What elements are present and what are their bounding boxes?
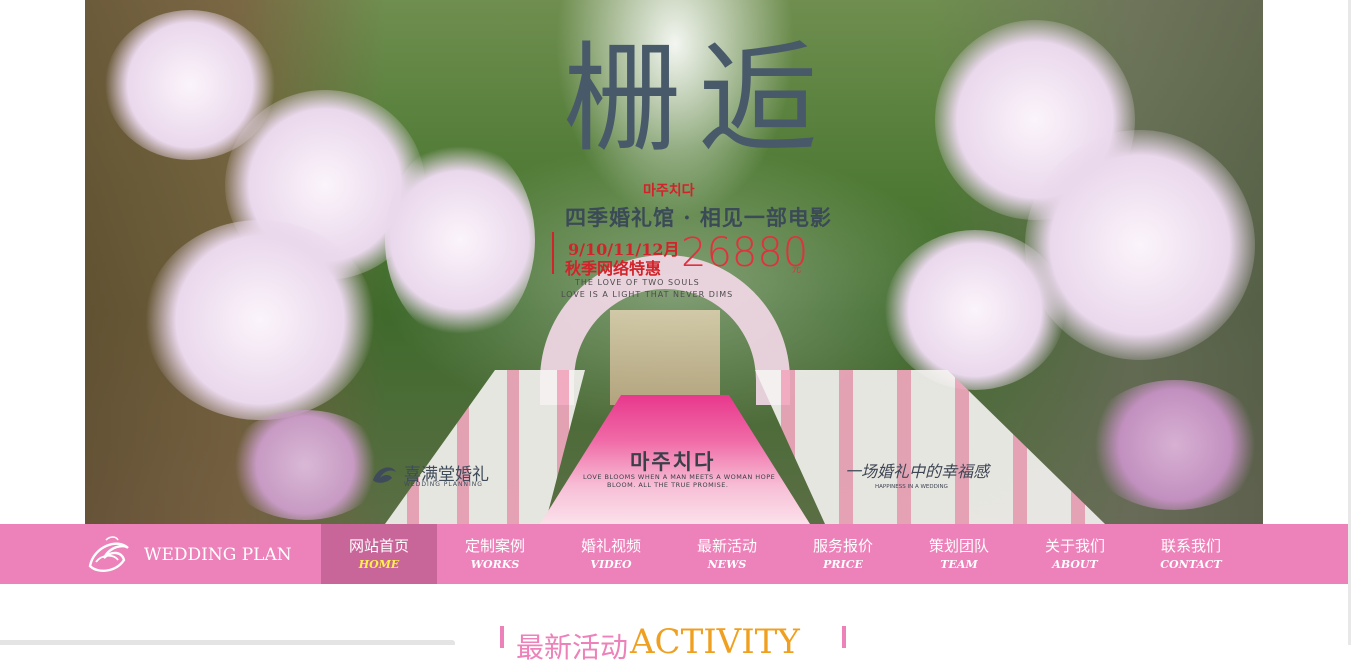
hero-divider (552, 232, 554, 274)
nav-item-works[interactable]: 定制案例 WORKS (437, 524, 553, 584)
nav-label-cn: 关于我们 (1044, 537, 1105, 555)
nav-label-en: VIDEO (590, 558, 632, 571)
brand-logo[interactable]: WEDDING PLAN (84, 532, 292, 578)
blossom-tree (885, 230, 1065, 390)
hero-banner[interactable]: 栅逅 마주치다 四季婚礼馆 · 相见一部电影 9/10/11/12月 秋季网络特… (85, 0, 1263, 524)
hero-script: 一场婚礼中的幸福感 (845, 462, 990, 481)
hero-korean-bottom: 마주치다 (630, 450, 716, 474)
hero-title: 栅逅 (563, 30, 836, 168)
nav-label-cn: 最新活动 (696, 537, 757, 555)
nav-item-team[interactable]: 策划团队 TEAM (901, 524, 1017, 584)
watermark-en: WEDDING PLANNING (404, 481, 483, 488)
bottom-panel-edge (0, 640, 455, 645)
nav-label-cn: 定制案例 (464, 537, 525, 555)
nav-label-en: PRICE (823, 558, 863, 571)
section-title-en: ACTIVITY (630, 622, 800, 662)
nav-label-cn: 网站首页 (348, 537, 409, 555)
hero-tagline-2: LOVE IS A LIGHT THAT NEVER DIMS (561, 290, 734, 299)
nav-label-en: CONTACT (1160, 558, 1222, 571)
nav-label-en: TEAM (940, 558, 978, 571)
section-heading-activity: 最新活动 ACTIVITY (500, 622, 850, 664)
hero-tagline-1: THE LOVE OF TWO SOULS (575, 278, 700, 287)
hero-price: 26880 (681, 230, 809, 276)
nav-label-cn: 服务报价 (812, 537, 873, 555)
nav-item-news[interactable]: 最新活动 NEWS (669, 524, 785, 584)
hydrangea-right (1085, 380, 1263, 510)
nav-label-cn: 婚礼视频 (580, 537, 641, 555)
nav-item-home[interactable]: 网站首页 HOME (321, 524, 437, 584)
nav-item-video[interactable]: 婚礼视频 VIDEO (553, 524, 669, 584)
nav-label-en: NEWS (707, 558, 747, 571)
hero-script-en: HAPPINESS IN A WEDDING (875, 484, 948, 490)
main-nav: 网站首页 HOME 定制案例 WORKS 婚礼视频 VIDEO 最新活动 NEW… (321, 524, 1249, 584)
nav-label-cn: 联系我们 (1160, 537, 1221, 555)
nav-label-en: HOME (358, 558, 400, 571)
hero-love-line-1: LOVE BLOOMS WHEN A MAN MEETS A WOMAN HOP… (583, 473, 776, 481)
brand-name: WEDDING PLAN (144, 545, 292, 565)
hero-price-unit: 元 (792, 265, 802, 275)
nav-item-price[interactable]: 服务报价 PRICE (785, 524, 901, 584)
blossom-tree (145, 220, 375, 420)
hydrangea-left (225, 410, 385, 520)
swirl-logo-icon (373, 467, 396, 483)
nav-item-contact[interactable]: 联系我们 CONTACT (1133, 524, 1249, 584)
arch-backdrop (610, 310, 720, 405)
wedding-swirl-logo-icon (88, 536, 129, 572)
nav-label-cn: 策划团队 (928, 537, 989, 555)
nav-label-en: WORKS (470, 558, 520, 571)
nav-label-en: ABOUT (1052, 558, 1098, 571)
section-title-cn: 最新活动 (516, 631, 629, 664)
hero-subtitle: 四季婚礼馆 · 相见一部电影 (565, 205, 832, 230)
blossom-tree (385, 140, 535, 340)
nav-item-about[interactable]: 关于我们 ABOUT (1017, 524, 1133, 584)
hero-love-line-2: BLOOM. ALL THE TRUE PROMISE. (607, 481, 729, 489)
hero-promo: 秋季网络特惠 (565, 259, 662, 278)
hero-korean-top: 마주치다 (643, 183, 695, 199)
